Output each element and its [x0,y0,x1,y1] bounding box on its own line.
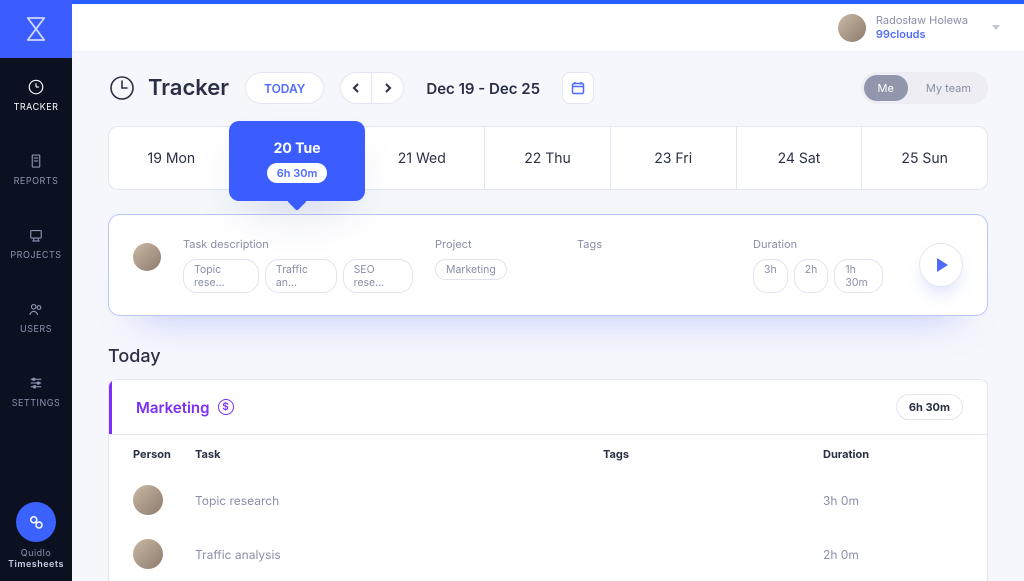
next-week-button[interactable] [372,72,404,104]
new-entry-card: Task description Topic rese... Traffic a… [108,214,988,316]
table-row[interactable]: Topic research 3h 0m [109,473,987,527]
nav-projects[interactable]: PROJECTS [0,206,72,280]
desc-suggestion-chip[interactable]: SEO rese... [343,259,413,293]
nav-label: TRACKER [14,102,59,113]
user-menu[interactable]: Radosław Holewa 99clouds [838,14,1000,42]
field-label: Task description [183,237,413,251]
week-strip: 19 Mon 20 Tue 6h 30m 21 Wed 22 Thu 23 Fr… [108,126,988,190]
date-range: Dec 19 - Dec 25 [426,79,540,98]
scope-me[interactable]: Me [864,75,908,101]
nav-reports[interactable]: REPORTS [0,132,72,206]
day-cell[interactable]: 22 Thu [485,127,611,189]
day-cell-active[interactable]: 20 Tue 6h 30m [229,121,366,201]
day-cell[interactable]: 19 Mon [109,127,235,189]
day-cell[interactable]: 21 Wed [359,127,485,189]
chevron-down-icon [992,25,1000,30]
billable-icon: $ [218,399,234,415]
nav-label: USERS [20,324,52,335]
desc-suggestion-chip[interactable]: Topic rese... [183,259,259,293]
day-duration-badge: 6h 30m [267,163,328,183]
avatar [133,243,161,271]
clock-icon [108,74,136,102]
duration-cell: 2h 0m [823,547,963,562]
play-icon [937,258,948,272]
user-team: 99clouds [876,28,968,41]
duration-chip[interactable]: 1h 30m [834,259,883,293]
task-cell: Traffic analysis [195,547,603,562]
nav-label: SETTINGS [12,398,61,409]
nav-settings[interactable]: SETTINGS [0,354,72,428]
nav-tracker[interactable]: TRACKER [0,58,72,132]
brand-wordmark: Quidlo Timesheets [0,548,72,581]
nav-users[interactable]: USERS [0,280,72,354]
field-label: Project [435,237,555,251]
project-chip[interactable]: Marketing [435,259,507,280]
sidebar: TRACKER REPORTS PROJECTS USERS SETTINGS … [0,0,72,581]
nav-label: PROJECTS [10,250,61,261]
project-name[interactable]: Marketing $ [136,398,234,417]
task-cell: Topic research [195,493,603,508]
today-button[interactable]: TODAY [245,72,324,104]
brand-logo[interactable] [0,0,72,58]
table-row[interactable]: Traffic analysis 2h 0m [109,527,987,581]
day-cell[interactable]: 23 Fri [611,127,737,189]
scope-team[interactable]: My team [912,75,985,101]
day-cell[interactable]: 25 Sun [862,127,987,189]
calendar-button[interactable] [562,72,594,104]
duration-chip[interactable]: 3h [753,259,788,293]
project-total-duration: 6h 30m [896,394,963,420]
nav-label: REPORTS [14,176,59,187]
topbar: Radosław Holewa 99clouds [72,4,1024,53]
user-name: Radosław Holewa [876,14,968,27]
brand-fab[interactable] [16,502,56,542]
scope-toggle: Me My team [861,72,988,104]
today-heading: Today [108,346,988,367]
page-title: Tracker [108,74,229,102]
field-label: Duration [753,237,883,251]
field-label: Tags [577,237,697,251]
duration-cell: 3h 0m [823,493,963,508]
table-header: Person Task Tags Duration [109,434,987,473]
desc-suggestion-chip[interactable]: Traffic an... [265,259,337,293]
start-timer-button[interactable] [919,243,963,287]
prev-week-button[interactable] [340,72,372,104]
today-card: Marketing $ 6h 30m Person Task Tags Dura… [108,379,988,581]
duration-chip[interactable]: 2h [794,259,829,293]
avatar [838,14,866,42]
avatar [133,539,163,569]
day-cell[interactable]: 24 Sat [737,127,863,189]
avatar [133,485,163,515]
